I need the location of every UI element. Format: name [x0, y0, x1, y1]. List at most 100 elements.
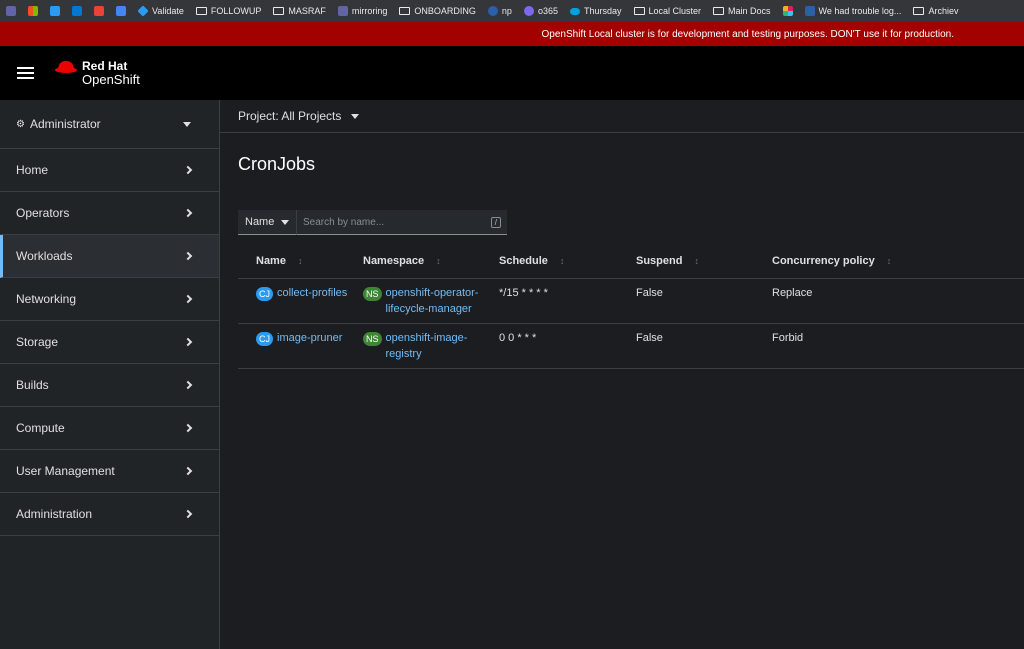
bookmark-onboarding[interactable]: ONBOARDING	[399, 6, 476, 16]
bookmark-outlook[interactable]	[72, 6, 82, 16]
folder-icon	[399, 7, 411, 15]
slack-icon	[782, 6, 793, 16]
folder-icon	[273, 7, 285, 15]
column-header-schedule[interactable]: Schedule ↕	[499, 255, 636, 267]
cogs-icon: ⚙	[16, 118, 25, 130]
keyboard-shortcut-hint: /	[490, 216, 501, 228]
redhat-openshift-logo[interactable]: Red Hat OpenShift	[54, 60, 140, 86]
calendar-icon	[116, 6, 126, 16]
filter-type-select[interactable]: Name	[238, 210, 296, 235]
bookmark-app[interactable]	[50, 6, 60, 16]
namespace-link[interactable]: openshift-operator-lifecycle-manager	[386, 285, 479, 317]
sort-icon: ↕	[436, 255, 441, 266]
perspective-switcher[interactable]: ⚙ Administrator	[0, 100, 219, 149]
namespace-badge: NS	[363, 287, 382, 301]
hamburger-menu-icon[interactable]	[17, 67, 34, 79]
folder-icon	[633, 7, 645, 15]
sidebar-item-compute[interactable]: Compute	[0, 407, 219, 450]
bookmark-windows[interactable]	[28, 6, 38, 16]
bookmark-label: np	[501, 6, 512, 16]
diamond-icon	[137, 5, 149, 17]
concurrency-cell: Forbid	[772, 332, 804, 344]
cronjob-link[interactable]: image-pruner	[277, 330, 342, 346]
sidebar-item-builds[interactable]: Builds	[0, 364, 219, 407]
cronjob-link[interactable]: collect-profiles	[277, 285, 347, 301]
table-row: CJ collect-profiles NS openshift-operato…	[238, 279, 1024, 324]
column-header-name[interactable]: Name ↕	[238, 255, 363, 267]
bookmark-thursday[interactable]: Thursday	[569, 6, 622, 16]
office-icon	[523, 6, 534, 16]
sort-icon: ↕	[886, 255, 892, 266]
column-header-suspend[interactable]: Suspend ↕	[636, 255, 772, 267]
perspective-label: Administrator	[29, 117, 101, 131]
sidebar-item-operators[interactable]: Operators	[0, 192, 219, 235]
page-title: CronJobs	[238, 154, 316, 174]
project-selector[interactable]: Project: All Projects	[220, 100, 1024, 133]
bookmark-teams[interactable]	[6, 6, 16, 16]
sidebar-item-label: Compute	[16, 421, 65, 435]
bookmark-main-docs[interactable]: Main Docs	[713, 6, 771, 16]
sort-icon: ↕	[297, 255, 303, 266]
bookmark-label: ONBOARDING	[414, 6, 476, 16]
sidebar-item-administration[interactable]: Administration	[0, 493, 219, 536]
chevron-right-icon	[183, 294, 193, 304]
bookmark-local-cluster[interactable]: Local Cluster	[633, 6, 702, 16]
table-row: CJ image-pruner NS openshift-image-regis…	[238, 324, 1024, 369]
bookmark-label: Main Docs	[728, 6, 771, 16]
bookmark-masraf[interactable]: MASRAF	[273, 6, 326, 16]
cronjob-badge: CJ	[256, 287, 273, 301]
chevron-right-icon	[183, 466, 193, 476]
bookmark-mirroring[interactable]: mirroring	[337, 6, 388, 16]
sidebar-item-label: Home	[16, 163, 49, 177]
chevron-right-icon	[183, 509, 193, 519]
sidebar-item-label: Networking	[16, 292, 77, 306]
project-label: Project: All Projects	[238, 109, 342, 123]
sort-icon: ↕	[694, 255, 699, 266]
bookmark-calendar[interactable]	[116, 6, 126, 16]
search-placeholder: Search by name...	[303, 216, 385, 228]
caret-down-icon	[281, 219, 289, 225]
bookmark-validate[interactable]: Validate	[137, 5, 184, 17]
bookmark-label: Archiev	[928, 6, 959, 16]
filter-toolbar: Name Search by name... /	[238, 210, 507, 235]
globe-icon	[487, 6, 498, 16]
bookmark-gmail[interactable]	[94, 6, 104, 16]
column-header-namespace[interactable]: Namespace ↕	[363, 255, 499, 267]
sidebar-item-storage[interactable]: Storage	[0, 321, 219, 364]
caret-down-icon	[351, 113, 360, 119]
main-content: Project: All Projects CronJobs Name Sear…	[220, 100, 1024, 649]
folder-icon	[913, 7, 925, 15]
namespace-badge: NS	[363, 332, 382, 346]
suspend-cell: False	[636, 287, 663, 299]
teams-icon	[6, 6, 16, 16]
bookmark-label: Local Cluster	[648, 6, 702, 16]
column-header-concurrency-policy[interactable]: Concurrency policy ↕	[772, 255, 972, 267]
gmail-icon	[94, 6, 104, 16]
bookmark-np[interactable]: np	[487, 6, 512, 16]
bookmark-trouble-login[interactable]: We had trouble log...	[804, 6, 901, 16]
namespace-link[interactable]: openshift-image-registry	[386, 330, 468, 362]
bookmark-slack[interactable]	[782, 6, 793, 16]
bookmark-o365[interactable]: o365	[523, 6, 558, 16]
sidebar-item-workloads[interactable]: Workloads	[0, 235, 219, 278]
sidebar-item-networking[interactable]: Networking	[0, 278, 219, 321]
sidebar-item-label: Operators	[16, 206, 70, 220]
suspend-cell: False	[636, 332, 663, 344]
bookmark-label: MASRAF	[288, 6, 326, 16]
filter-type-label: Name	[245, 216, 275, 228]
concurrency-cell: Replace	[772, 287, 813, 299]
redhat-hat-icon	[55, 61, 77, 73]
bookmark-label: FOLLOWUP	[210, 6, 262, 16]
sidebar-item-label: Administration	[16, 507, 93, 521]
bookmark-label: mirroring	[351, 6, 388, 16]
bookmarks-bar: Validate FOLLOWUP MASRAF mirroring ONBOA…	[0, 0, 1024, 22]
cloud-icon	[569, 7, 580, 15]
sidebar-item-label: Workloads	[16, 249, 73, 263]
bookmark-followup[interactable]: FOLLOWUP	[195, 6, 262, 16]
schedule-cell: */15 * * * *	[499, 287, 548, 299]
teams-icon	[337, 6, 348, 16]
search-input[interactable]: Search by name... /	[296, 210, 507, 235]
bookmark-archiev[interactable]: Archiev	[913, 6, 958, 16]
sidebar-item-user-management[interactable]: User Management	[0, 450, 219, 493]
sidebar-item-home[interactable]: Home	[0, 149, 219, 192]
